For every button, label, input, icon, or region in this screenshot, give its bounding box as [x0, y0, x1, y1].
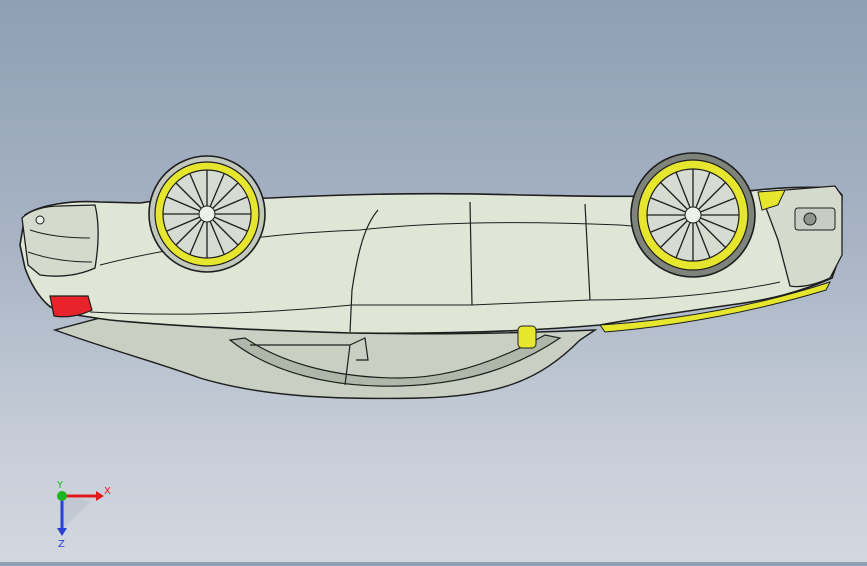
- x-axis-label: X: [104, 486, 111, 497]
- z-axis-label: Z: [58, 539, 65, 550]
- front-bumper: [21, 204, 99, 277]
- tow-hook-icon: [35, 215, 45, 225]
- car-model[interactable]: [0, 0, 867, 562]
- exhaust-icon: [803, 212, 817, 226]
- y-axis-dot: [57, 491, 67, 501]
- y-axis-label: Y: [56, 480, 64, 491]
- suspension-part: [517, 325, 537, 349]
- graphics-viewport[interactable]: [0, 0, 867, 562]
- coordinate-triad: X Y Z: [40, 480, 120, 550]
- rear-wheel[interactable]: [630, 152, 756, 278]
- front-wheel[interactable]: [148, 155, 266, 273]
